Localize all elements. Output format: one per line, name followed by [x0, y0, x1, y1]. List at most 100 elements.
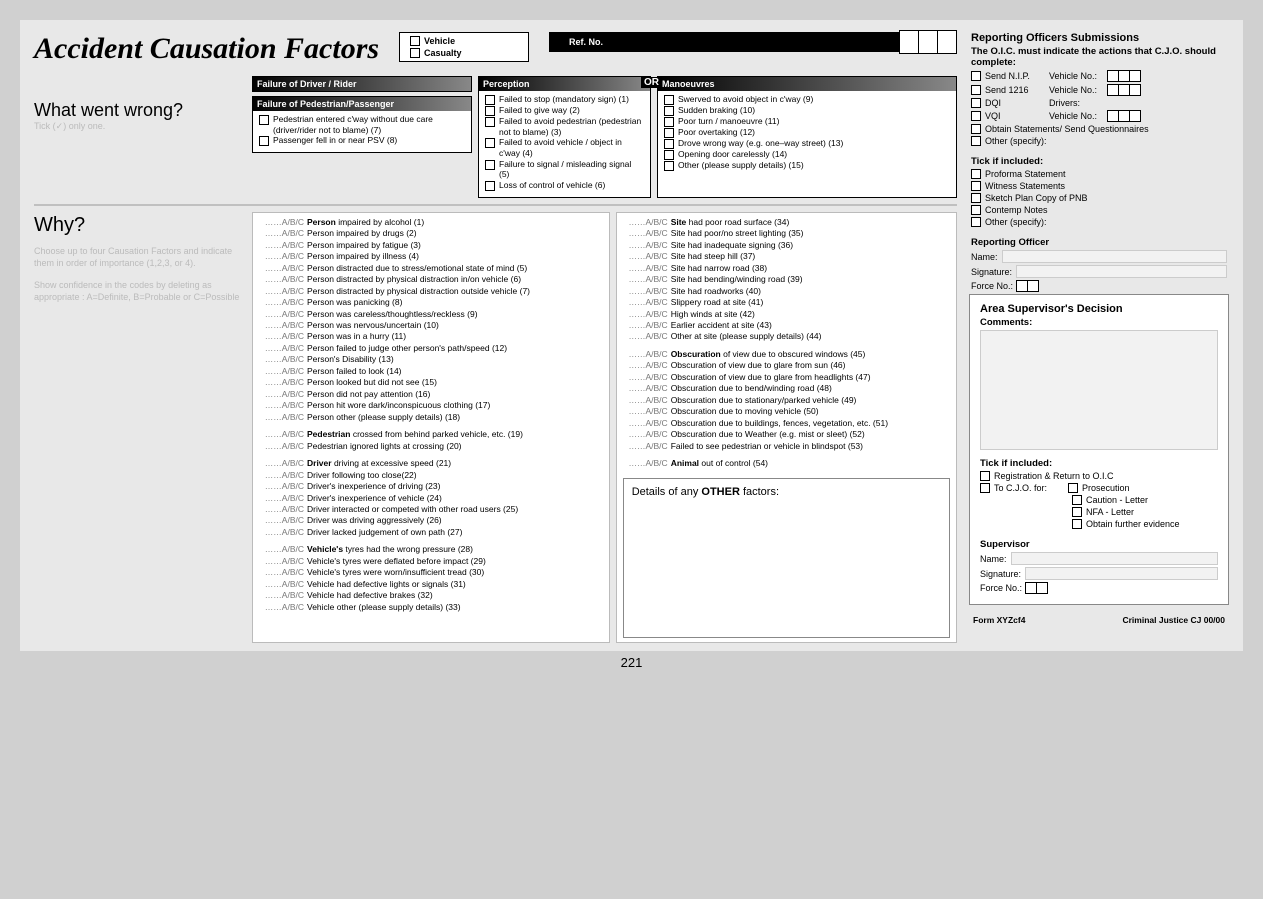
abc-prefix[interactable]: ……A/B/C: [623, 251, 671, 262]
tick-checkbox[interactable]: [971, 169, 981, 179]
abc-prefix[interactable]: ……A/B/C: [259, 579, 307, 590]
abc-prefix[interactable]: ……A/B/C: [259, 297, 307, 308]
obtain-evidence-checkbox[interactable]: [1072, 519, 1082, 529]
pedestrian-checkbox[interactable]: [259, 115, 269, 125]
perception-checkbox[interactable]: [485, 181, 495, 191]
force-no-boxes-2[interactable]: [1026, 582, 1048, 594]
manoeuvre-checkbox[interactable]: [664, 139, 674, 149]
abc-prefix[interactable]: ……A/B/C: [623, 395, 671, 406]
abc-prefix[interactable]: ……A/B/C: [623, 263, 671, 274]
abc-prefix[interactable]: ……A/B/C: [259, 441, 307, 452]
abc-prefix[interactable]: ……A/B/C: [259, 590, 307, 601]
abc-prefix[interactable]: ……A/B/C: [259, 377, 307, 388]
abc-prefix[interactable]: ……A/B/C: [259, 470, 307, 481]
abc-prefix[interactable]: ……A/B/C: [259, 400, 307, 411]
vehicle-no-boxes-2[interactable]: [1108, 84, 1141, 96]
abc-prefix[interactable]: ……A/B/C: [259, 389, 307, 400]
signature-field-1[interactable]: [1016, 265, 1227, 278]
vqi-checkbox[interactable]: [971, 111, 981, 121]
manoeuvre-checkbox[interactable]: [664, 161, 674, 171]
abc-prefix[interactable]: ……A/B/C: [259, 493, 307, 504]
to-cjo-checkbox[interactable]: [980, 483, 990, 493]
abc-prefix[interactable]: ……A/B/C: [259, 366, 307, 377]
abc-prefix[interactable]: ……A/B/C: [623, 441, 671, 452]
tick-checkbox[interactable]: [971, 181, 981, 191]
abc-prefix[interactable]: ……A/B/C: [259, 504, 307, 515]
perception-checkbox[interactable]: [485, 117, 495, 127]
abc-prefix[interactable]: ……A/B/C: [623, 383, 671, 394]
caution-checkbox[interactable]: [1072, 495, 1082, 505]
tick-checkbox[interactable]: [971, 193, 981, 203]
manoeuvre-checkbox[interactable]: [664, 117, 674, 127]
abc-prefix[interactable]: ……A/B/C: [259, 458, 307, 469]
reg-return-checkbox[interactable]: [980, 471, 990, 481]
force-no-boxes-1[interactable]: [1017, 280, 1039, 292]
tick-checkbox[interactable]: [971, 205, 981, 215]
abc-prefix[interactable]: ……A/B/C: [259, 228, 307, 239]
prosecution-checkbox[interactable]: [1068, 483, 1078, 493]
vehicle-checkbox[interactable]: [410, 36, 420, 46]
abc-prefix[interactable]: ……A/B/C: [259, 354, 307, 365]
abc-prefix[interactable]: ……A/B/C: [259, 331, 307, 342]
abc-prefix[interactable]: ……A/B/C: [259, 544, 307, 555]
abc-prefix[interactable]: ……A/B/C: [259, 251, 307, 262]
abc-prefix[interactable]: ……A/B/C: [623, 458, 671, 469]
ref-box-3[interactable]: [937, 30, 957, 54]
abc-prefix[interactable]: ……A/B/C: [623, 418, 671, 429]
tick-checkbox[interactable]: [971, 217, 981, 227]
dqi-checkbox[interactable]: [971, 98, 981, 108]
abc-prefix[interactable]: ……A/B/C: [259, 217, 307, 228]
abc-prefix[interactable]: ……A/B/C: [623, 372, 671, 383]
abc-prefix[interactable]: ……A/B/C: [259, 412, 307, 423]
abc-prefix[interactable]: ……A/B/C: [623, 331, 671, 342]
abc-prefix[interactable]: ……A/B/C: [623, 286, 671, 297]
abc-prefix[interactable]: ……A/B/C: [623, 228, 671, 239]
perception-checkbox[interactable]: [485, 138, 495, 148]
abc-prefix[interactable]: ……A/B/C: [623, 349, 671, 360]
abc-prefix[interactable]: ……A/B/C: [623, 360, 671, 371]
vehicle-no-boxes-3[interactable]: [1108, 110, 1141, 122]
abc-prefix[interactable]: ……A/B/C: [259, 343, 307, 354]
abc-prefix[interactable]: ……A/B/C: [623, 406, 671, 417]
manoeuvre-checkbox[interactable]: [664, 128, 674, 138]
abc-prefix[interactable]: ……A/B/C: [259, 309, 307, 320]
name-field-2[interactable]: [1011, 552, 1218, 565]
abc-prefix[interactable]: ……A/B/C: [259, 320, 307, 331]
abc-prefix[interactable]: ……A/B/C: [259, 602, 307, 613]
abc-prefix[interactable]: ……A/B/C: [259, 515, 307, 526]
send-nip-checkbox[interactable]: [971, 71, 981, 81]
abc-prefix[interactable]: ……A/B/C: [259, 240, 307, 251]
abc-prefix[interactable]: ……A/B/C: [623, 429, 671, 440]
ref-box-2[interactable]: [918, 30, 938, 54]
abc-prefix[interactable]: ……A/B/C: [259, 556, 307, 567]
abc-prefix[interactable]: ……A/B/C: [259, 567, 307, 578]
abc-prefix[interactable]: ……A/B/C: [259, 527, 307, 538]
other-factors-box[interactable]: Details of any OTHER factors:: [623, 478, 950, 638]
abc-prefix[interactable]: ……A/B/C: [623, 274, 671, 285]
manoeuvre-checkbox[interactable]: [664, 95, 674, 105]
nfa-checkbox[interactable]: [1072, 507, 1082, 517]
manoeuvre-checkbox[interactable]: [664, 106, 674, 116]
abc-prefix[interactable]: ……A/B/C: [259, 263, 307, 274]
abc-prefix[interactable]: ……A/B/C: [259, 274, 307, 285]
vehicle-no-boxes-1[interactable]: [1108, 70, 1141, 82]
abc-prefix[interactable]: ……A/B/C: [623, 240, 671, 251]
name-field-1[interactable]: [1002, 250, 1227, 263]
ref-box-1[interactable]: [899, 30, 919, 54]
abc-prefix[interactable]: ……A/B/C: [623, 217, 671, 228]
casualty-checkbox[interactable]: [410, 48, 420, 58]
abc-prefix[interactable]: ……A/B/C: [623, 309, 671, 320]
perception-checkbox[interactable]: [485, 160, 495, 170]
perception-checkbox[interactable]: [485, 95, 495, 105]
other-specify-checkbox-1[interactable]: [971, 136, 981, 146]
abc-prefix[interactable]: ……A/B/C: [623, 320, 671, 331]
abc-prefix[interactable]: ……A/B/C: [259, 429, 307, 440]
abc-prefix[interactable]: ……A/B/C: [623, 297, 671, 308]
signature-field-2[interactable]: [1025, 567, 1218, 580]
send-1216-checkbox[interactable]: [971, 85, 981, 95]
comments-box[interactable]: [980, 330, 1218, 450]
abc-prefix[interactable]: ……A/B/C: [259, 481, 307, 492]
manoeuvre-checkbox[interactable]: [664, 150, 674, 160]
pedestrian-checkbox[interactable]: [259, 136, 269, 146]
perception-checkbox[interactable]: [485, 106, 495, 116]
